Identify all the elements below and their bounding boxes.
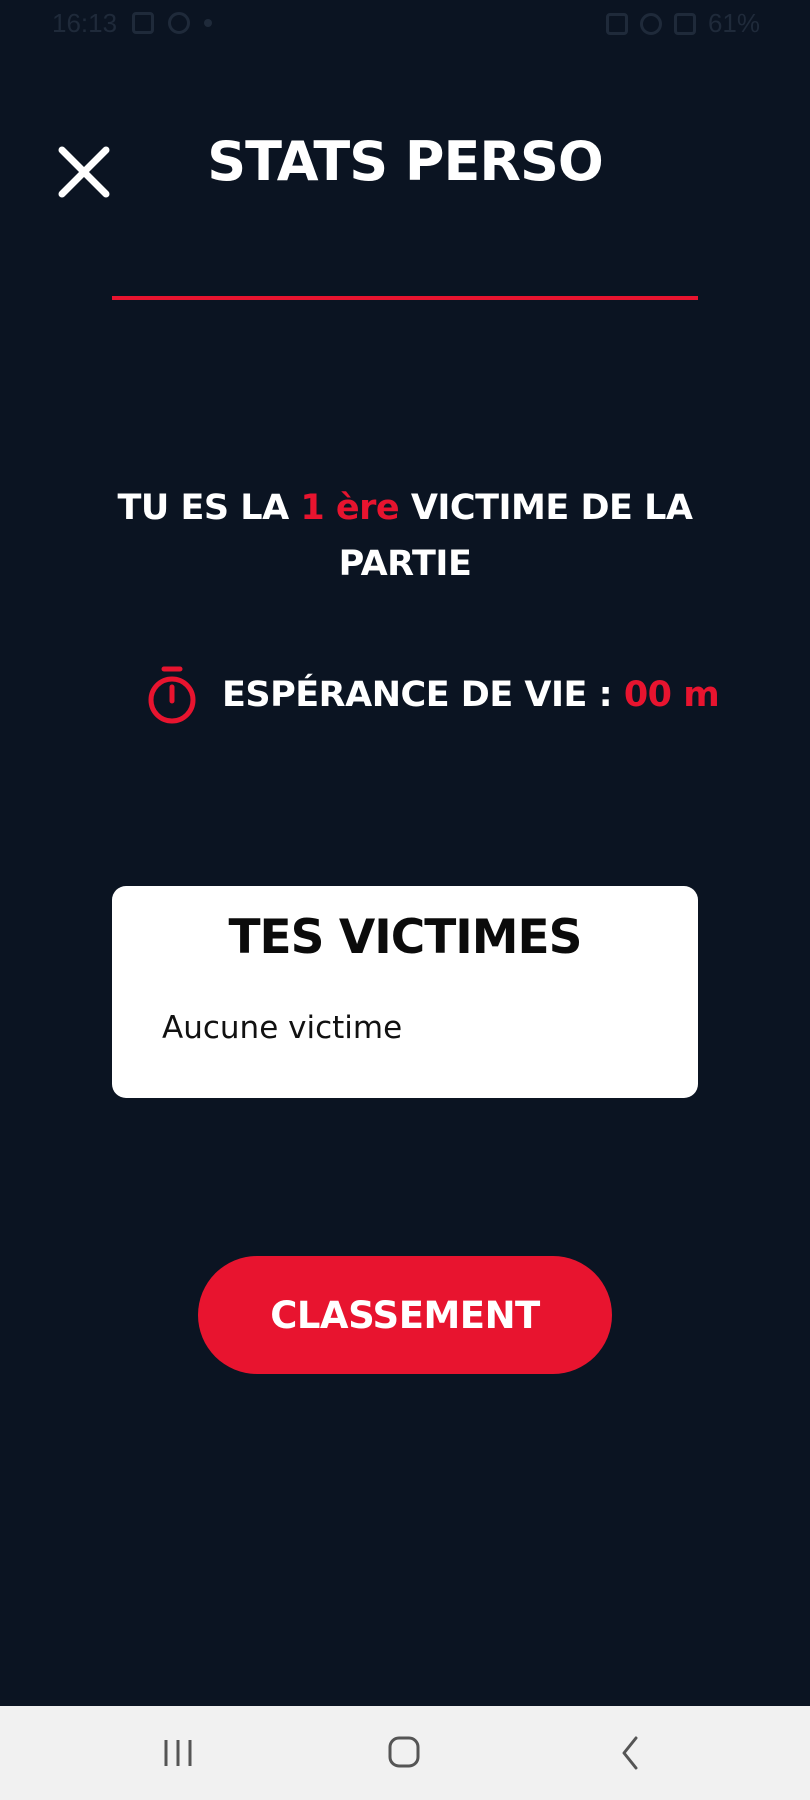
gallery-icon [132,12,154,34]
close-icon [58,146,110,198]
more-notifications-icon [204,19,212,27]
ranking-button[interactable]: CLASSEMENT [198,1256,612,1374]
recent-apps-button[interactable] [148,1728,208,1778]
navigation-bar [0,1706,810,1800]
status-time: 16:13 [52,8,118,38]
page-title: STATS PERSO [207,130,604,193]
recent-apps-icon [164,1740,192,1766]
battery-level: 61% [707,8,760,38]
signal-icon [673,12,696,35]
rank-prefix: TU ES LA [117,488,301,528]
status-bar: 16:13 61% [0,0,810,50]
mute-icon [639,12,662,35]
stopwatch-icon [148,666,196,724]
rank-value: 1 ère [300,488,400,528]
life-expectancy-value: 00 m [623,675,720,715]
victims-title: TES VICTIMES [228,910,582,965]
lock-icon [605,12,628,35]
close-button[interactable] [56,144,112,200]
back-button[interactable] [600,1728,660,1778]
system-icons: 61% [605,8,760,39]
home-icon [388,1736,420,1768]
victims-card: TES VICTIMES Aucune victime [112,886,698,1098]
app-notification-icon [168,12,190,34]
home-button[interactable] [374,1728,434,1778]
ranking-button-label: CLASSEMENT [270,1293,540,1337]
victims-empty-text: Aucune victime [162,1010,403,1046]
title-underline [112,296,698,300]
notification-icons [132,12,212,34]
life-expectancy-label: ESPÉRANCE DE VIE : [222,675,624,715]
back-icon [622,1736,638,1770]
life-expectancy-row: ESPÉRANCE DE VIE : 00 m [146,665,720,725]
victim-rank-text: TU ES LA 1 ère VICTIME DE LA PARTIE [110,480,700,592]
